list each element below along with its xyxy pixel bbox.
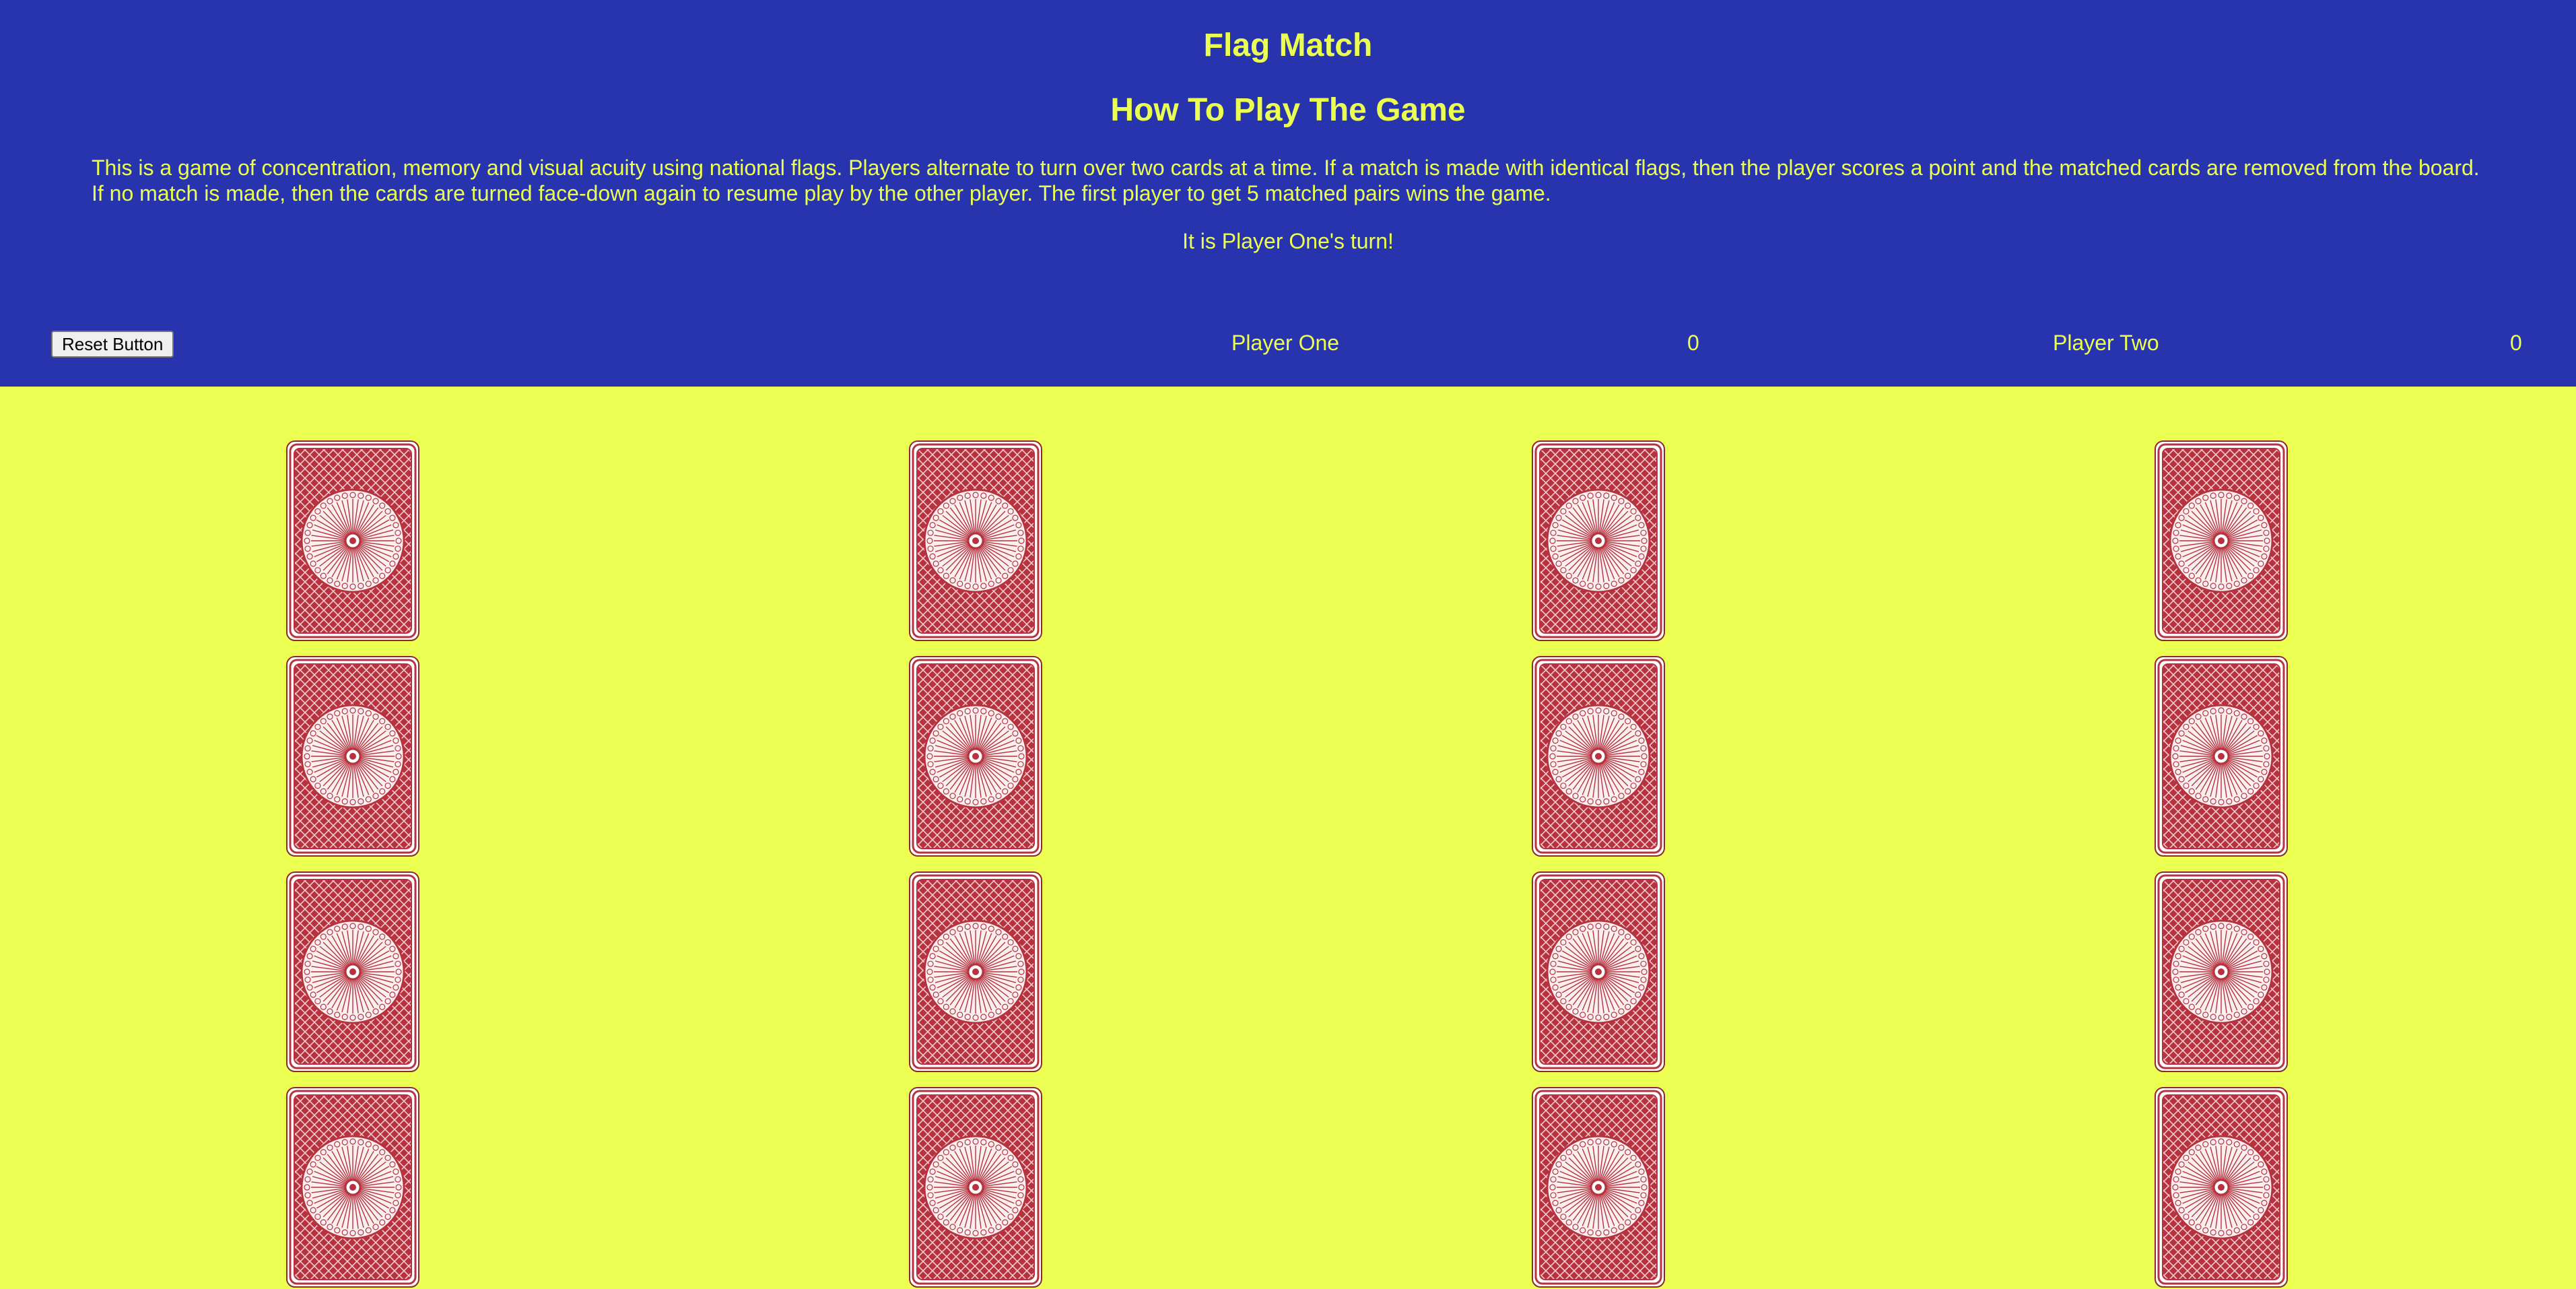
player-one-label: Player One [1231, 331, 1340, 355]
card-back-rosette-icon [286, 1087, 419, 1288]
card-back[interactable] [2155, 440, 2288, 641]
card-back-rosette-icon [1532, 440, 1665, 641]
card-back-rosette-icon [909, 1087, 1042, 1288]
card-back-rosette-icon [1532, 871, 1665, 1072]
card-back[interactable] [286, 1087, 419, 1288]
card-back[interactable] [1532, 1087, 1665, 1288]
card-back[interactable] [2155, 656, 2288, 857]
card-back[interactable] [909, 656, 1042, 857]
card-back[interactable] [1532, 871, 1665, 1072]
player-two-label: Player Two [2053, 331, 2159, 355]
card-back[interactable] [286, 440, 419, 641]
turn-indicator: It is Player One's turn! [1182, 229, 1394, 253]
card-back-rosette-icon [909, 871, 1042, 1072]
card-back[interactable] [2155, 871, 2288, 1072]
card-back[interactable] [1532, 656, 1665, 857]
card-back-rosette-icon [286, 440, 419, 641]
card-back-rosette-icon [909, 440, 1042, 641]
game-header: Flag Match How To Play The Game This is … [0, 0, 2576, 387]
card-back[interactable] [2155, 1087, 2288, 1288]
instructions-text: This is a game of concentration, memory … [92, 156, 2480, 205]
player-one-score: 0 [1687, 331, 1699, 355]
card-back[interactable] [1532, 440, 1665, 641]
card-back-rosette-icon [1532, 656, 1665, 857]
card-back-rosette-icon [1532, 1087, 1665, 1288]
card-back[interactable] [286, 656, 419, 857]
card-back-rosette-icon [2155, 440, 2288, 641]
card-back-rosette-icon [286, 871, 419, 1072]
card-back[interactable] [909, 871, 1042, 1072]
card-back[interactable] [286, 871, 419, 1072]
card-back-rosette-icon [286, 656, 419, 857]
card-board [0, 387, 2576, 1289]
card-back[interactable] [909, 1087, 1042, 1288]
card-back-rosette-icon [2155, 871, 2288, 1072]
card-back-rosette-icon [2155, 1087, 2288, 1288]
player-two-score: 0 [2510, 331, 2522, 355]
card-back-rosette-icon [909, 656, 1042, 857]
card-back-rosette-icon [2155, 656, 2288, 857]
page-title: Flag Match [1203, 28, 1373, 63]
card-back[interactable] [909, 440, 1042, 641]
reset-button[interactable]: Reset Button [51, 331, 174, 358]
how-to-play-heading: How To Play The Game [1110, 92, 1466, 128]
